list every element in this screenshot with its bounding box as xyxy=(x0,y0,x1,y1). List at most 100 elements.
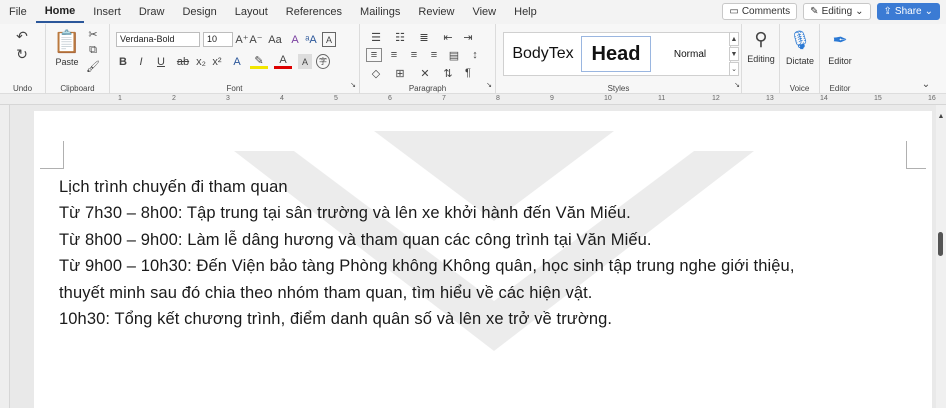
microphone-icon[interactable]: 🎙 xyxy=(789,28,812,52)
text-effects-icon[interactable]: A xyxy=(228,54,246,69)
distributed-icon[interactable]: ▤ xyxy=(446,48,462,62)
tab-references[interactable]: References xyxy=(277,0,351,24)
crop-mark-left xyxy=(40,141,64,169)
justify-icon[interactable]: ≡ xyxy=(426,48,442,62)
shading-icon[interactable]: ◇ xyxy=(366,66,386,80)
font-size-select[interactable]: 10 xyxy=(203,32,233,47)
ruler-number: 7 xyxy=(442,95,446,102)
tab-review[interactable]: Review xyxy=(409,0,463,24)
doc-line-title[interactable]: Lịch trình chuyến đi tham quan xyxy=(59,178,288,197)
clear-formatting-icon[interactable]: A xyxy=(288,32,302,47)
highlight-color-icon[interactable]: ✎ xyxy=(250,54,268,69)
font-group-label: Font xyxy=(226,84,243,93)
asian-layout-icon[interactable]: ✕ xyxy=(414,66,436,80)
doc-line[interactable]: Từ 7h30 – 8h00: Tập trung tại sân trường… xyxy=(59,204,631,223)
grow-font-icon[interactable]: A⁺ xyxy=(235,32,248,47)
collapse-ribbon-icon[interactable]: ⌄ xyxy=(920,78,932,90)
tab-home[interactable]: Home xyxy=(35,1,85,23)
ribbon-home: ↶ ↻ Undo 📋 Paste ✂ ⧉ 🖌 Clipboard Verdana… xyxy=(0,24,946,94)
font-name-select[interactable]: Verdana-Bold xyxy=(116,32,200,47)
styles-dialog-launcher-icon[interactable]: ↘ xyxy=(732,80,742,90)
italic-icon[interactable]: I xyxy=(134,54,148,69)
style-bodytext[interactable]: BodyTex xyxy=(507,36,579,72)
tab-help[interactable]: Help xyxy=(505,0,546,24)
change-case-icon[interactable]: Aa xyxy=(266,32,284,47)
dictate-button[interactable]: Dictate xyxy=(782,56,818,66)
enclose-characters-icon[interactable]: 字 xyxy=(316,54,330,69)
vertical-ruler[interactable] xyxy=(0,105,10,408)
underline-icon[interactable]: U xyxy=(152,54,170,69)
undo-group-label: Undo xyxy=(12,84,33,93)
doc-line[interactable]: thuyết minh sau đó chia theo nhóm tham q… xyxy=(59,284,592,303)
bold-icon[interactable]: B xyxy=(116,54,130,69)
tab-mailings[interactable]: Mailings xyxy=(351,0,409,24)
format-painter-icon[interactable]: 🖌 xyxy=(86,60,100,73)
align-center-icon[interactable]: ≡ xyxy=(386,48,402,62)
comment-icon: ▭ xyxy=(729,6,739,17)
vertical-scrollbar[interactable]: ▲ xyxy=(936,105,946,408)
editing-button[interactable]: Editing xyxy=(744,54,778,64)
sort-icon[interactable]: ⇅ xyxy=(440,66,456,80)
style-heading[interactable]: Head xyxy=(581,36,651,72)
clipboard-group-label: Clipboard xyxy=(60,84,95,93)
paste-button[interactable]: Paste xyxy=(52,57,82,67)
style-normal[interactable]: Normal xyxy=(654,36,726,72)
multilevel-list-icon[interactable]: ≣ xyxy=(414,30,434,44)
editor-group: ✒ Editor Editor xyxy=(820,24,860,94)
voice-group: 🎙 Dictate Voice xyxy=(780,24,820,94)
tab-draw[interactable]: Draw xyxy=(130,0,174,24)
character-border-icon[interactable]: A xyxy=(322,32,336,47)
subscript-icon[interactable]: x₂ xyxy=(194,54,208,69)
tab-insert[interactable]: Insert xyxy=(84,0,130,24)
ruler-number: 14 xyxy=(820,95,828,102)
bullets-icon[interactable]: ☰ xyxy=(366,30,386,44)
paste-icon[interactable]: 📋 xyxy=(53,28,80,56)
find-search-icon[interactable]: ⚲ xyxy=(750,28,772,50)
ruler-number: 6 xyxy=(388,95,392,102)
horizontal-ruler[interactable]: 1 2 3 4 5 6 7 8 9 10 11 12 13 14 15 16 xyxy=(0,94,946,105)
superscript-icon[interactable]: x² xyxy=(210,54,224,69)
copy-icon[interactable]: ⧉ xyxy=(86,44,100,56)
borders-icon[interactable]: ⊞ xyxy=(390,66,410,80)
increase-indent-icon[interactable]: ⇥ xyxy=(460,30,476,44)
styles-gallery: BodyTex Head Normal xyxy=(503,32,731,76)
editor-pen-icon[interactable]: ✒ xyxy=(830,28,850,52)
phonetic-guide-icon[interactable]: ᵃA xyxy=(304,32,318,47)
shrink-font-icon[interactable]: A⁻ xyxy=(249,32,262,47)
editing-mode-button[interactable]: ✎ Editing ⌄ xyxy=(803,3,871,20)
tab-layout[interactable]: Layout xyxy=(226,0,277,24)
align-left-icon[interactable]: ≡ xyxy=(366,48,382,62)
align-right-icon[interactable]: ≡ xyxy=(406,48,422,62)
word-window: File Home Insert Draw Design Layout Refe… xyxy=(0,0,946,408)
tab-file[interactable]: File xyxy=(0,0,36,24)
strikethrough-icon[interactable]: ab xyxy=(174,54,192,69)
cut-icon[interactable]: ✂ xyxy=(86,28,100,41)
editor-button[interactable]: Editor xyxy=(822,56,858,66)
tab-view[interactable]: View xyxy=(463,0,505,24)
doc-line[interactable]: Từ 9h00 – 10h30: Đến Viện bảo tàng Phòng… xyxy=(59,257,795,276)
numbering-icon[interactable]: ☷ xyxy=(390,30,410,44)
paragraph-group-label: Paragraph xyxy=(408,84,447,93)
redo-icon[interactable]: ↻ xyxy=(10,46,34,62)
styles-scroll-down-icon[interactable]: ▼ xyxy=(729,47,739,61)
ruler-number: 1 xyxy=(118,95,122,102)
comments-button[interactable]: ▭ Comments xyxy=(722,3,798,20)
scrollbar-thumb[interactable] xyxy=(938,232,943,256)
styles-scroll-up-icon[interactable]: ▲ xyxy=(729,32,739,46)
font-color-icon[interactable]: A xyxy=(274,54,292,69)
line-spacing-icon[interactable]: ↕ xyxy=(466,48,484,62)
undo-icon[interactable]: ↶ xyxy=(10,28,34,44)
scroll-up-arrow-icon[interactable]: ▲ xyxy=(936,111,946,121)
share-button[interactable]: ⇪ Share ⌄ xyxy=(876,3,940,20)
show-formatting-icon[interactable]: ¶ xyxy=(460,66,476,80)
doc-line[interactable]: 10h30: Tổng kết chương trình, điểm danh … xyxy=(59,310,612,329)
character-shading-icon[interactable]: A xyxy=(298,54,312,69)
styles-more-icon[interactable]: ⌄ xyxy=(729,62,739,76)
tab-design[interactable]: Design xyxy=(173,0,225,24)
decrease-indent-icon[interactable]: ⇤ xyxy=(440,30,456,44)
ruler-number: 13 xyxy=(766,95,774,102)
document-page[interactable]: Lịch trình chuyến đi tham quan Từ 7h30 –… xyxy=(34,111,932,408)
ruler-number: 12 xyxy=(712,95,720,102)
paragraph-group: ☰ ☷ ≣ ⇤ ⇥ ≡ ≡ ≡ ≡ ▤ ↕ ◇ ⊞ ✕ ⇅ ¶ ↘ Paragr… xyxy=(360,24,496,94)
doc-line[interactable]: Từ 8h00 – 9h00: Làm lễ dâng hương và tha… xyxy=(59,231,652,250)
